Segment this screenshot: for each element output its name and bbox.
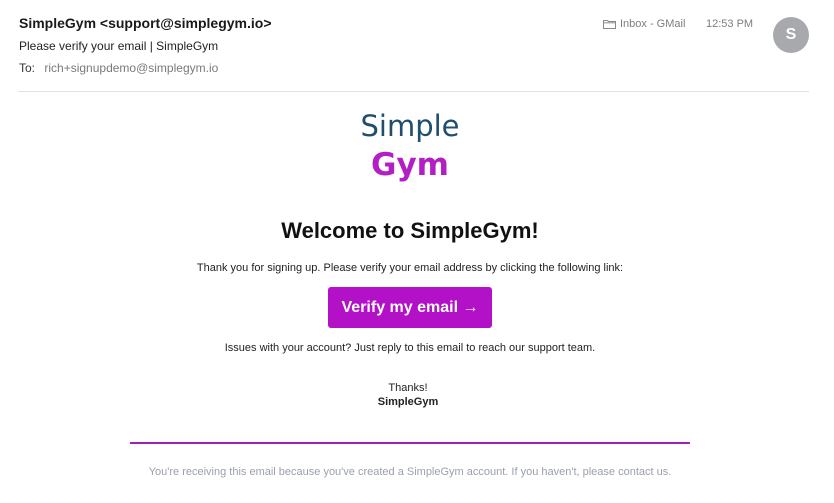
simplegym-logo: Simple Gym [330,106,490,184]
signature: SimpleGym [377,396,439,408]
email-view: SimpleGym <support@simplegym.io> Please … [0,0,834,503]
mailbox-name: Inbox - GMail [620,18,686,30]
logo-word-simple: Simple [360,109,460,143]
recipient-address[interactable]: rich+signupdemo@simplegym.io [44,61,218,75]
email-subject: Please verify your email | SimpleGym [19,39,219,53]
to-label: To: [19,61,36,75]
footer-divider [130,442,690,444]
support-text: Issues with your account? Just reply to … [224,342,596,354]
mailbox-label[interactable]: Inbox - GMail [603,18,685,30]
logo-word-gym: Gym [371,147,449,183]
folder-icon [603,19,616,29]
thanks-text: Thanks! [388,382,428,394]
verify-email-button[interactable]: Verify my email → [328,287,492,328]
recipient-row: To: rich+signupdemo@simplegym.io [19,61,218,75]
footer-note: You're receiving this email because you'… [148,466,672,478]
welcome-heading: Welcome to SimpleGym! [281,218,539,243]
header-divider [18,91,809,92]
sender-avatar[interactable]: S [773,17,809,53]
intro-text: Thank you for signing up. Please verify … [196,262,624,274]
received-time: 12:53 PM [706,18,754,30]
sender[interactable]: SimpleGym <support@simplegym.io> [19,15,272,31]
